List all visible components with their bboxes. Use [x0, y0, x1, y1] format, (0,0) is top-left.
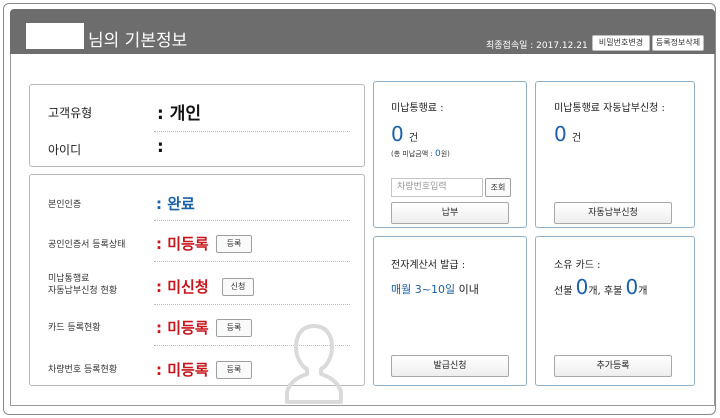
status-value-certificate: : 미등록 [156, 235, 209, 253]
owned-cards-title: 소유 카드 : [554, 260, 601, 271]
content-area: 고객유형 : 개인 아이디 : 본인인증 : 완료 공인인증서 등록상태 : 미… [10, 54, 715, 406]
autopay-title: 미납통행료 자동납부신청 : [554, 103, 665, 114]
prepaid-label: 선불 [554, 286, 576, 297]
autopay-card: 미납통행료 자동납부신청 : 0 건 자동납부신청 [535, 81, 695, 228]
autopay-count-unit: 건 [571, 133, 582, 144]
status-label-autopay: 미납통행료 자동납부신청 현황 [48, 274, 118, 296]
vehicle-number-input[interactable]: 차량번호입력 [391, 178, 483, 197]
page-title: 님의 기본정보 [88, 31, 188, 51]
etax-schedule: 매월 3~10일 이내 [391, 281, 479, 297]
user-id-value: : [157, 137, 164, 157]
user-id-label: 아이디 [48, 143, 82, 157]
unpaid-count-value: 0 [391, 122, 404, 146]
status-value-autopay: : 미신청 [156, 278, 209, 296]
postpaid-unit: 개 [638, 286, 648, 297]
etax-card: 전자계산서 발급 : 매월 3~10일 이내 발급신청 [373, 236, 527, 386]
status-label-auth: 본인인증 [48, 200, 82, 210]
autopay-count: 0 건 [554, 122, 581, 146]
divider [154, 131, 350, 132]
etax-schedule-suffix: 이내 [455, 283, 479, 296]
note-prefix: (총 미납금액 : [391, 150, 435, 158]
prepaid-unit: 개, [588, 286, 604, 297]
member-type-label: 고객유형 [48, 106, 93, 120]
delete-registration-button[interactable]: 등록정보삭제 [652, 35, 704, 51]
divider [154, 261, 350, 262]
issue-etax-button[interactable]: 발급신청 [391, 355, 509, 377]
apply-autopay-card-button[interactable]: 자동납부신청 [554, 202, 672, 224]
change-password-button[interactable]: 비밀번호변경 [592, 35, 650, 51]
member-type-value: : 개인 [157, 104, 201, 124]
unpaid-count: 0 건 [391, 122, 418, 146]
status-label-card: 카드 등록현황 [48, 323, 101, 333]
profile-panel: 고객유형 : 개인 아이디 : [29, 84, 365, 167]
postpaid-count: 0 [625, 275, 639, 299]
user-name-masked [26, 23, 84, 49]
owned-cards-card: 소유 카드 : 선불 0개, 후불 0개 추가등록 [535, 236, 695, 386]
status-value-vehicle: : 미등록 [156, 361, 209, 379]
unpaid-toll-title: 미납통행료 : [391, 103, 444, 114]
unpaid-amount-note: (총 미납금액 : 0원) [391, 149, 450, 159]
apply-autopay-button[interactable]: 신청 [222, 278, 254, 296]
unpaid-toll-card: 미납통행료 : 0 건 (총 미납금액 : 0원) 차량번호입력 조회 납부 [373, 81, 527, 228]
owned-cards-counts: 선불 0개, 후불 0개 [554, 275, 647, 299]
register-vehicle-button[interactable]: 등록 [216, 361, 252, 379]
divider [154, 220, 350, 221]
autopay-count-value: 0 [554, 122, 567, 146]
user-silhouette-icon [285, 324, 343, 404]
last-login-date: 최종접속일 : 2017.12.21 [486, 41, 588, 51]
register-certificate-button[interactable]: 등록 [216, 235, 252, 253]
member-info-frame: 님의 기본정보 최종접속일 : 2017.12.21 비밀번호변경 등록정보삭제… [3, 3, 716, 415]
pay-button[interactable]: 납부 [391, 202, 509, 224]
status-label-vehicle: 차량번호 등록현황 [48, 365, 118, 375]
header-bar: 님의 기본정보 최종접속일 : 2017.12.21 비밀번호변경 등록정보삭제 [10, 9, 715, 54]
search-vehicle-button[interactable]: 조회 [485, 178, 511, 197]
status-value-auth: : 완료 [156, 195, 195, 213]
divider [154, 304, 350, 305]
unpaid-count-unit: 건 [408, 133, 419, 144]
note-suffix: 원) [440, 150, 450, 158]
status-value-card: : 미등록 [156, 319, 209, 337]
add-card-button[interactable]: 추가등록 [554, 355, 672, 377]
register-card-button[interactable]: 등록 [216, 319, 252, 337]
prepaid-count: 0 [575, 275, 589, 299]
status-label-certificate: 공인인증서 등록상태 [48, 240, 126, 250]
etax-title: 전자계산서 발급 : [391, 260, 466, 271]
postpaid-label: 후불 [603, 286, 626, 297]
etax-schedule-period: 매월 3~10일 [391, 283, 456, 296]
